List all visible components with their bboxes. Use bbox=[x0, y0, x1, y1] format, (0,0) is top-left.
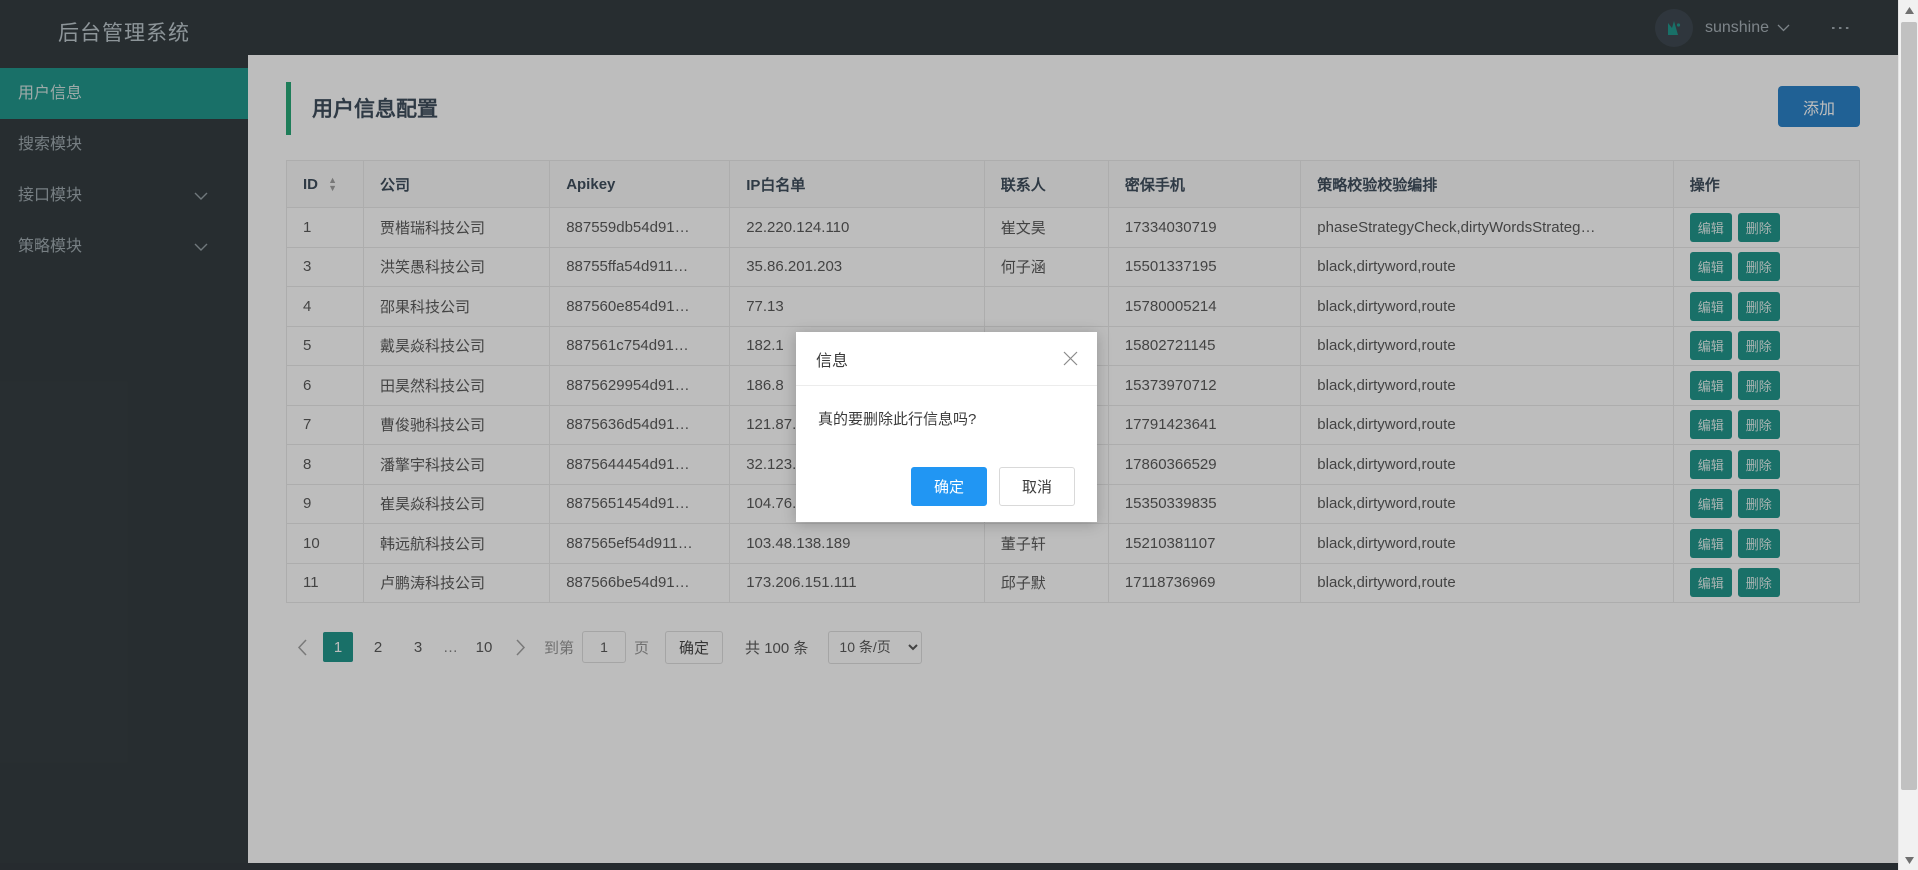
scrollbar-thumb[interactable] bbox=[1901, 22, 1917, 790]
app-root: 后台管理系统 用户信息 搜索模块 接口模块 策略模块 sunshine ⋮ 用户… bbox=[0, 0, 1918, 870]
dialog-title: 信息 bbox=[816, 352, 849, 370]
confirm-delete-dialog: 信息 真的要删除此行信息吗? 确定 取消 bbox=[796, 332, 1097, 522]
dialog-footer: 确定 取消 bbox=[796, 467, 1097, 522]
dialog-message: 真的要删除此行信息吗? bbox=[818, 411, 977, 428]
close-icon[interactable] bbox=[1059, 348, 1081, 370]
triangle-up-icon[interactable] bbox=[1899, 0, 1918, 20]
dialog-confirm-button[interactable]: 确定 bbox=[910, 467, 987, 506]
page-scrollbar[interactable] bbox=[1898, 0, 1918, 870]
dialog-header: 信息 bbox=[796, 332, 1097, 386]
triangle-down-icon[interactable] bbox=[1899, 850, 1918, 870]
dialog-cancel-button[interactable]: 取消 bbox=[998, 467, 1075, 506]
